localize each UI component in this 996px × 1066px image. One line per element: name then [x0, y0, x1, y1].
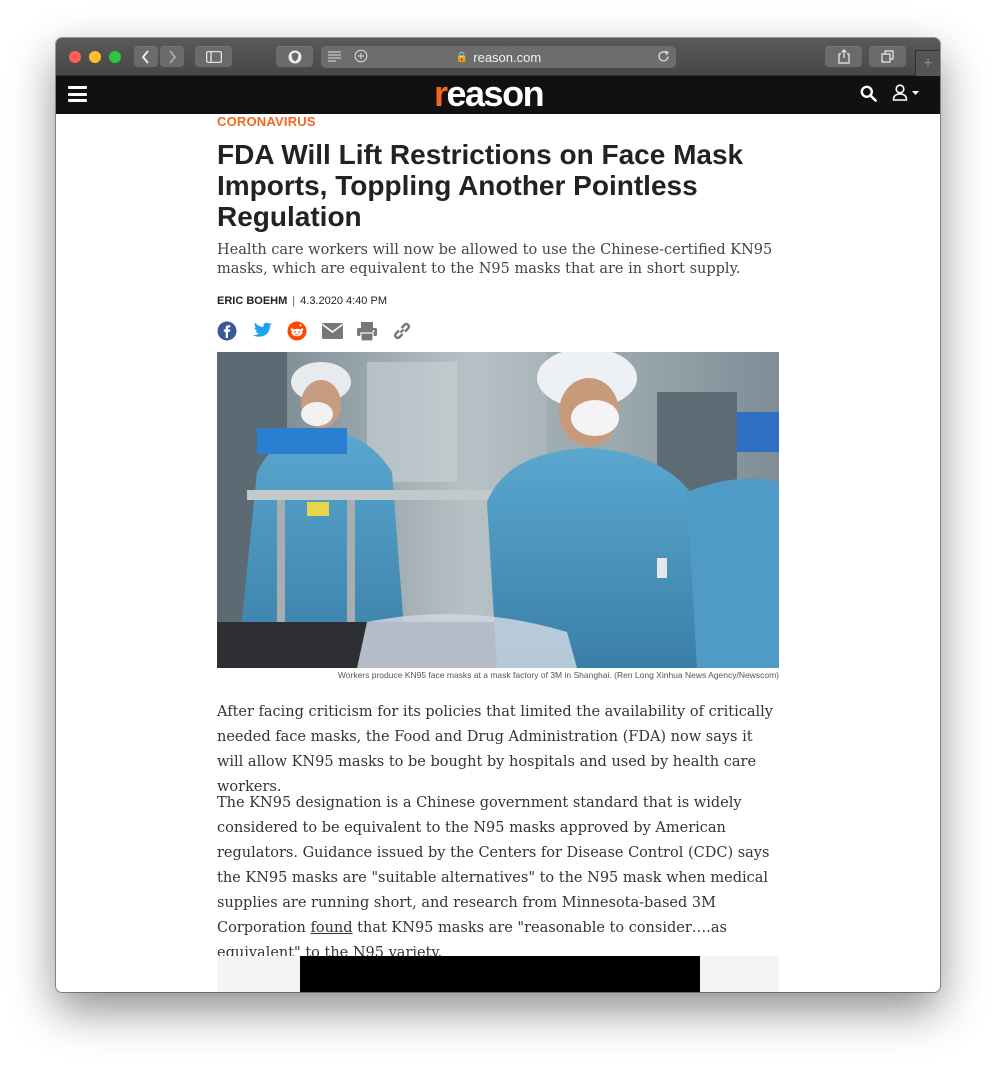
search-icon[interactable]: [860, 85, 877, 107]
found-link[interactable]: found: [311, 920, 353, 936]
lock-icon: 🔒: [455, 51, 469, 63]
back-button[interactable]: [134, 46, 158, 67]
caret-down-icon: [912, 91, 919, 95]
byline-separator: |: [292, 295, 296, 307]
article-dek: Health care workers will now be allowed …: [217, 242, 773, 277]
plus-icon: +: [923, 54, 933, 72]
menu-icon[interactable]: [68, 86, 87, 102]
article-paragraph: The KN95 designation is a Chinese govern…: [217, 795, 770, 961]
forward-button[interactable]: [160, 46, 184, 67]
privacy-button[interactable]: [276, 46, 313, 67]
browser-window: 🔒 reason.com + reason CORONAVIRUS FDA Wi…: [56, 38, 940, 992]
browser-toolbar: 🔒 reason.com +: [56, 38, 940, 76]
address-bar[interactable]: 🔒 reason.com: [321, 46, 676, 68]
zoom-window-button[interactable]: [109, 51, 121, 63]
twitter-icon[interactable]: [252, 320, 287, 342]
share-button[interactable]: [825, 46, 862, 67]
print-icon[interactable]: [357, 320, 392, 342]
new-tab-button[interactable]: +: [915, 50, 940, 76]
mask-factory-photo: [217, 352, 779, 668]
sidebar-icon: [205, 50, 222, 63]
add-bookmark-icon[interactable]: [354, 49, 368, 66]
site-navbar: reason: [56, 73, 940, 115]
tabs-icon: [880, 50, 894, 63]
article-category[interactable]: CORONAVIRUS: [217, 114, 316, 129]
author-link[interactable]: ERIC BOEHM: [217, 295, 287, 307]
minimize-window-button[interactable]: [89, 51, 101, 63]
shield-icon: [288, 50, 301, 63]
video-ad-container: [217, 956, 779, 992]
email-icon[interactable]: [322, 320, 357, 342]
share-icon: [837, 49, 850, 64]
byline: ERIC BOEHM | 4.3.2020 4:40 PM: [217, 295, 387, 307]
link-icon[interactable]: [392, 320, 427, 342]
article-headline: FDA Will Lift Restrictions on Face Mask …: [217, 139, 744, 232]
close-window-button[interactable]: [69, 51, 81, 63]
hero-image: [217, 352, 779, 668]
facebook-icon[interactable]: [217, 320, 252, 342]
video-player[interactable]: [300, 956, 700, 992]
publish-date: 4.3.2020 4:40 PM: [300, 295, 387, 307]
reddit-icon[interactable]: [287, 320, 322, 342]
image-caption: Workers produce KN95 face masks at a mas…: [337, 670, 779, 680]
tabs-overview-button[interactable]: [869, 46, 906, 67]
site-logo[interactable]: reason: [434, 73, 545, 115]
reader-icon[interactable]: [328, 50, 342, 65]
chevron-right-icon: [169, 49, 177, 64]
share-bar: [217, 320, 427, 342]
user-icon: [892, 84, 919, 101]
account-menu[interactable]: [892, 84, 924, 107]
url-text[interactable]: reason.com: [473, 50, 541, 65]
sidebar-toggle-button[interactable]: [195, 46, 232, 67]
article-paragraph: After facing criticism for its policies …: [217, 704, 773, 795]
reload-icon[interactable]: [657, 50, 670, 66]
chevron-left-icon: [141, 49, 149, 64]
